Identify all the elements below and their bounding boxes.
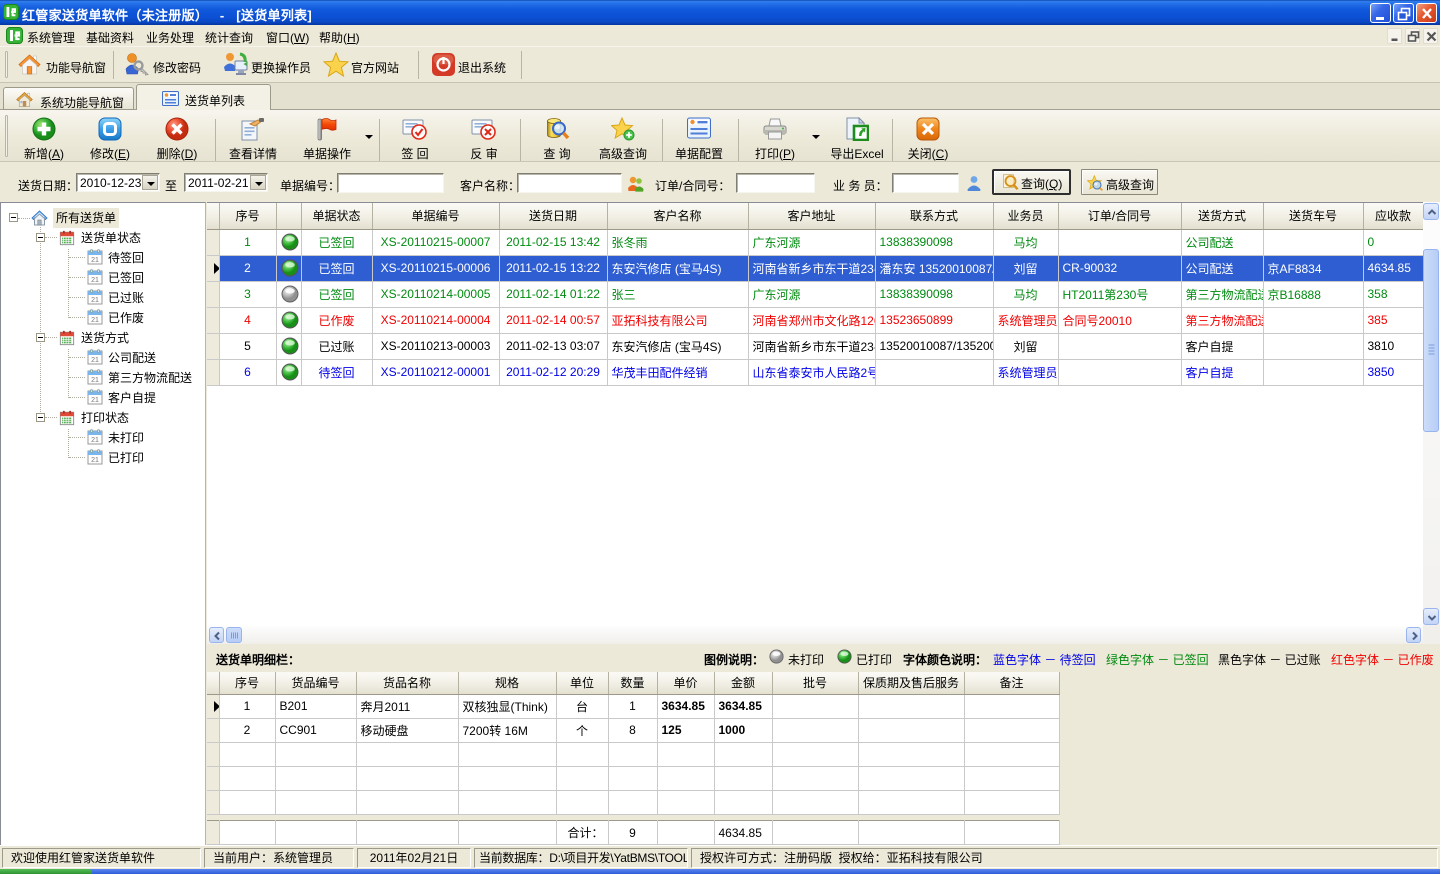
svg-text:21: 21 [91,317,99,324]
svg-text:21: 21 [91,397,99,404]
svg-text:21: 21 [91,257,99,264]
svg-text:21: 21 [91,457,99,464]
svg-text:21: 21 [91,357,99,364]
svg-text:21: 21 [91,437,99,444]
svg-text:21: 21 [91,377,99,384]
svg-text:21: 21 [91,297,99,304]
svg-text:21: 21 [91,277,99,284]
